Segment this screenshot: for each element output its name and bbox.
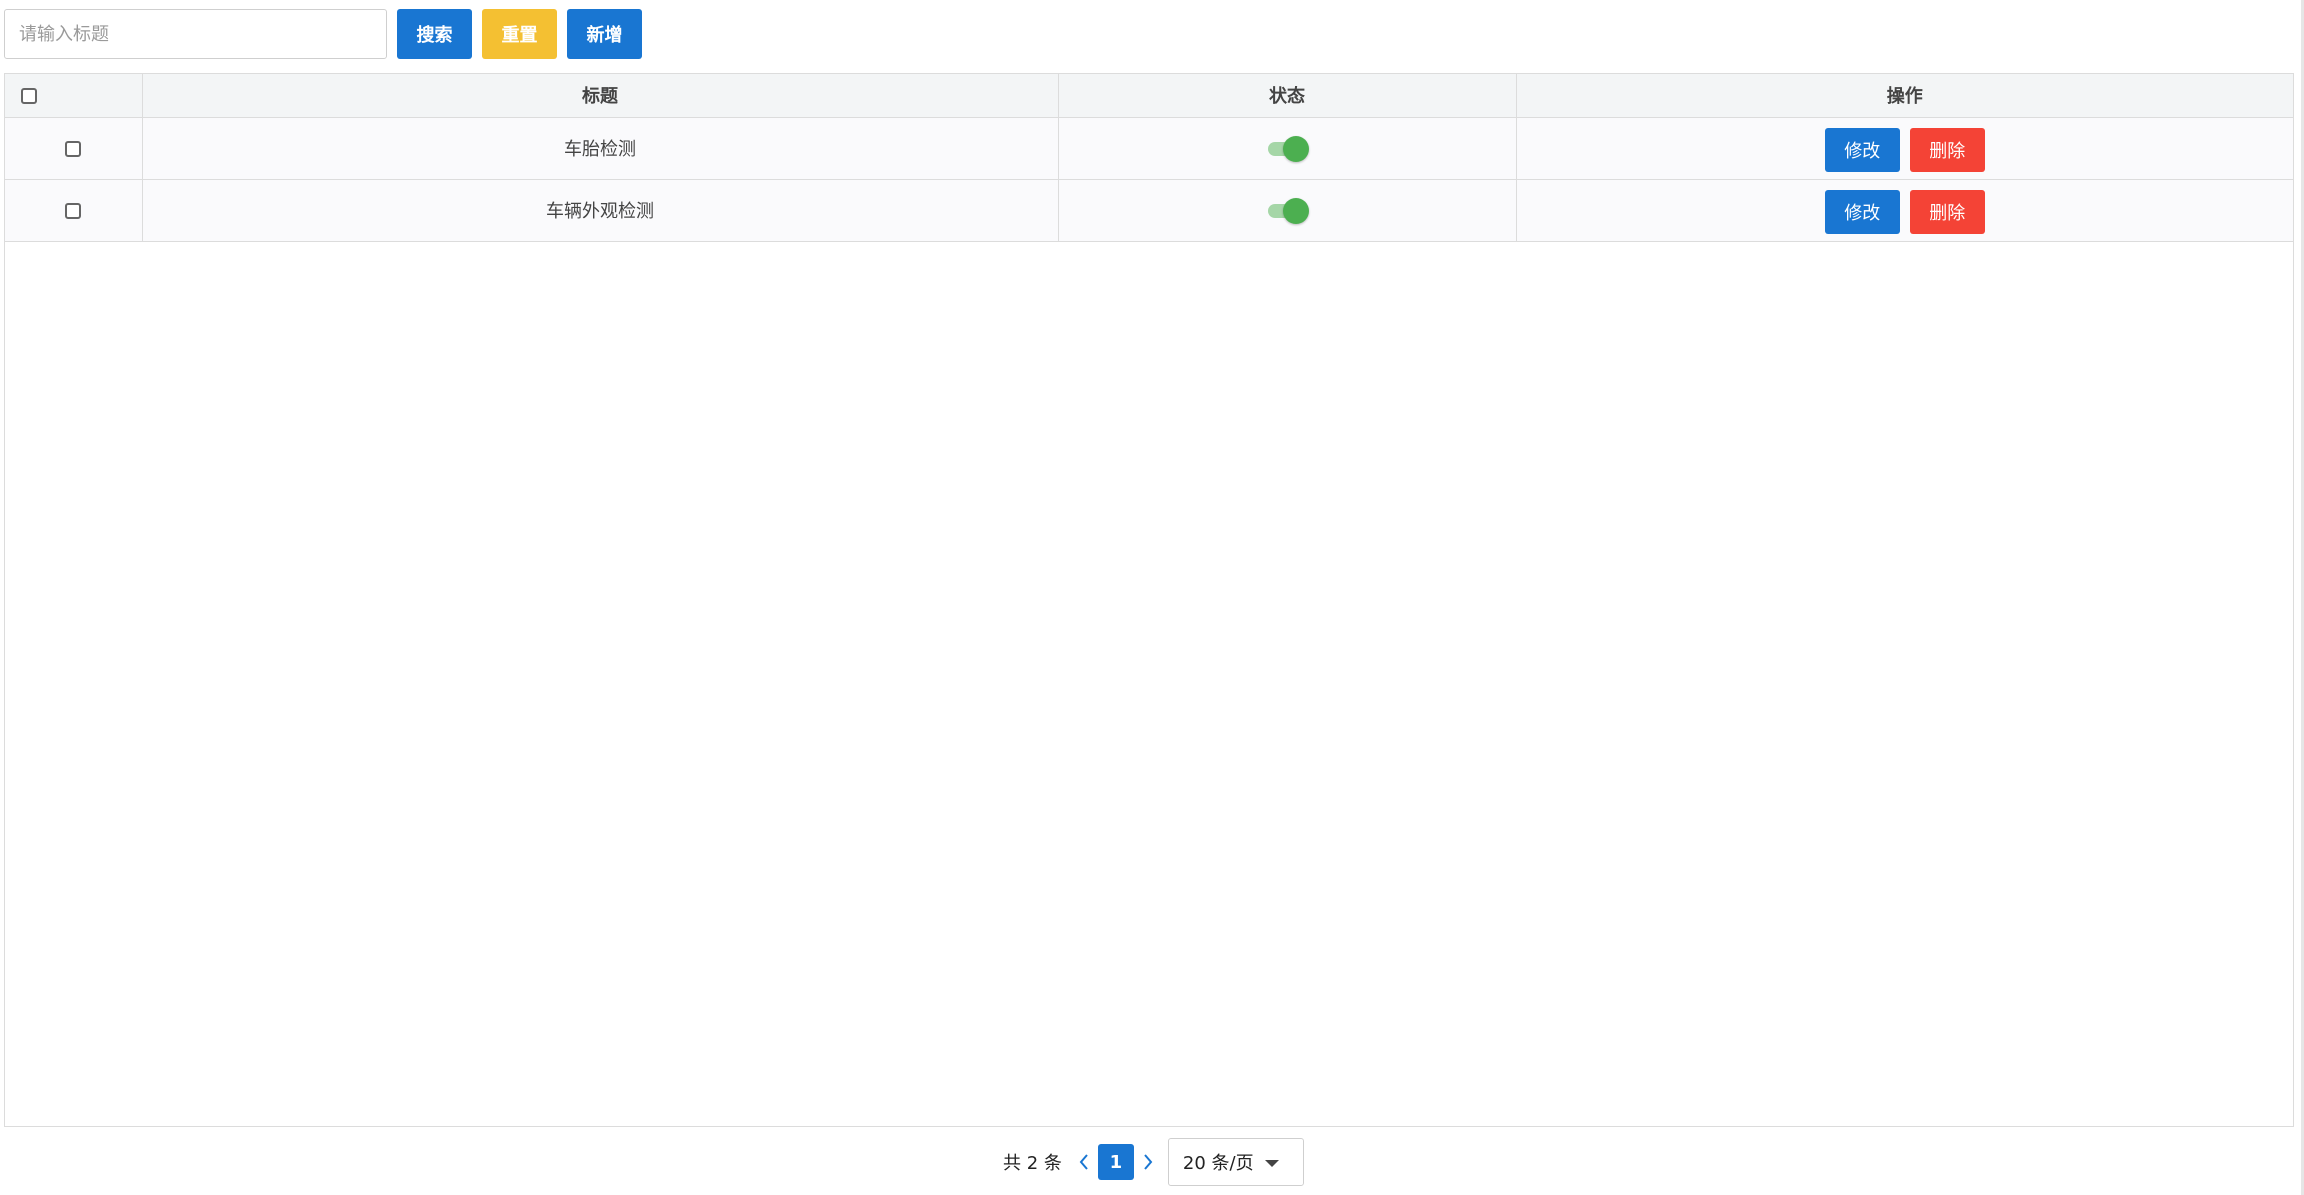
chevron-left-icon[interactable] xyxy=(1072,1144,1096,1180)
row-checkbox[interactable] xyxy=(65,202,82,219)
delete-button[interactable]: 删除 xyxy=(1909,128,1985,172)
row-select-cell xyxy=(5,117,143,180)
search-input[interactable] xyxy=(4,9,387,59)
page-size-value: 20 条/页 xyxy=(1182,1153,1254,1174)
page-number-current[interactable]: 1 xyxy=(1097,1144,1134,1180)
toggle-thumb xyxy=(1283,136,1309,162)
pagination: 共 2 条 1 20 条/页 xyxy=(1003,1138,1304,1186)
table-grid: 标题 状态 操作 车胎检测 修改 删除 车辆外观检测 修改 删除 xyxy=(5,74,2293,242)
data-table: 标题 状态 操作 车胎检测 修改 删除 车辆外观检测 修改 删除 xyxy=(4,73,2294,1127)
chevron-left-icon-svg xyxy=(1079,1154,1088,1170)
search-button[interactable]: 搜索 xyxy=(397,9,472,59)
status-toggle[interactable] xyxy=(1266,197,1309,224)
row-status-cell xyxy=(1058,179,1517,242)
table-header-row: 标题 状态 操作 xyxy=(5,74,2293,118)
table-row: 车辆外观检测 修改 删除 xyxy=(5,179,2293,242)
table-row: 车胎检测 修改 删除 xyxy=(5,117,2293,180)
row-title: 车胎检测 xyxy=(142,117,1059,180)
page: 搜索 重置 新增 标题 状态 操作 xyxy=(0,0,2304,1195)
row-select-cell xyxy=(5,179,143,242)
chevron-right-icon[interactable] xyxy=(1136,1144,1160,1180)
column-header-actions: 操作 xyxy=(1516,74,2293,118)
delete-button[interactable]: 删除 xyxy=(1909,190,1985,234)
select-all-checkbox[interactable] xyxy=(21,87,37,104)
row-actions-cell: 修改 删除 xyxy=(1516,179,2293,242)
row-status-cell xyxy=(1058,117,1517,180)
toolbar: 搜索 重置 新增 xyxy=(4,9,642,59)
page-size-select[interactable]: 20 条/页 xyxy=(1167,1138,1304,1186)
row-title: 车辆外观检测 xyxy=(142,179,1059,242)
header-select-all-cell xyxy=(5,74,143,118)
total-count: 共 2 条 xyxy=(1003,1153,1062,1174)
status-toggle[interactable] xyxy=(1266,135,1309,162)
caret-down-icon xyxy=(1264,1160,1279,1167)
column-header-status[interactable]: 状态 xyxy=(1058,74,1517,118)
chevron-right-icon-svg xyxy=(1144,1154,1153,1170)
row-checkbox[interactable] xyxy=(65,140,82,157)
add-button[interactable]: 新增 xyxy=(567,9,642,59)
edit-button[interactable]: 修改 xyxy=(1824,128,1900,172)
column-header-title[interactable]: 标题 xyxy=(142,74,1059,118)
edit-button[interactable]: 修改 xyxy=(1824,190,1900,234)
toggle-thumb xyxy=(1283,198,1309,224)
row-actions-cell: 修改 删除 xyxy=(1516,117,2293,180)
reset-button[interactable]: 重置 xyxy=(482,9,557,59)
